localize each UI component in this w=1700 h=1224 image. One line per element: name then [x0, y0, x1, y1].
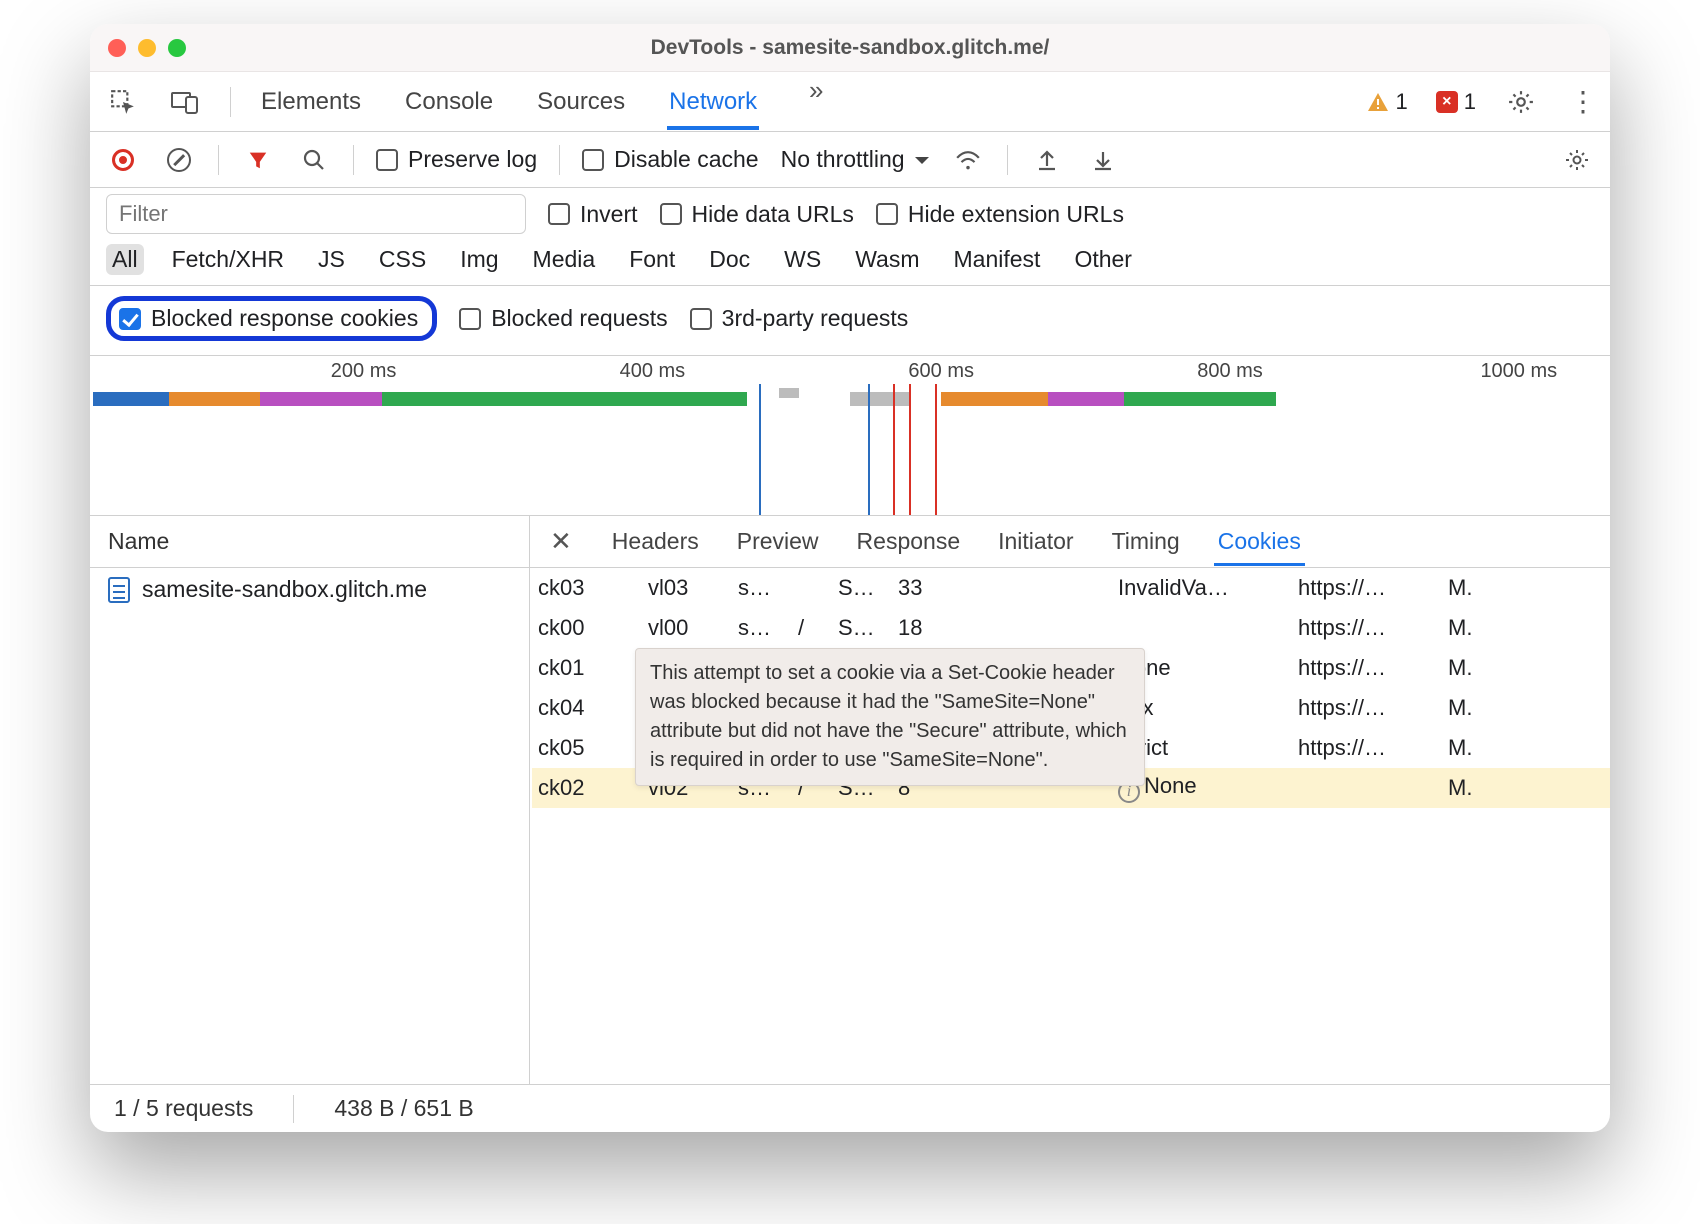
titlebar: DevTools - samesite-sandbox.glitch.me/: [90, 24, 1610, 72]
cookie-row[interactable]: ck03vl03s…S…33InvalidVa…https://…M.: [532, 568, 1610, 608]
status-requests: 1 / 5 requests: [114, 1095, 253, 1122]
resource-type-filter: All Fetch/XHR JS CSS Img Media Font Doc WS Wasm Ma…: [90, 240, 1610, 286]
blocked-cookie-tooltip: This attempt to set a cookie via a Set-C…: [635, 648, 1145, 786]
type-chip-doc[interactable]: Doc: [703, 244, 756, 275]
tab-network[interactable]: Network: [667, 74, 759, 130]
preserve-log-checkbox[interactable]: Preserve log: [376, 146, 537, 173]
checkbox-icon: [376, 149, 398, 171]
status-transfer: 438 B / 651 B: [334, 1095, 473, 1122]
main-tabs: Elements Console Sources Network »: [259, 74, 833, 130]
chevron-down-icon: [915, 157, 929, 171]
error-count: 1: [1464, 89, 1476, 115]
window-title: DevTools - samesite-sandbox.glitch.me/: [90, 36, 1610, 60]
type-chip-fetch-xhr[interactable]: Fetch/XHR: [166, 244, 290, 275]
network-conditions-icon[interactable]: [951, 143, 985, 177]
timeline-tick: 200 ms: [331, 360, 397, 383]
timeline-tick: 600 ms: [908, 360, 974, 383]
name-column-header[interactable]: Name: [90, 516, 529, 568]
detail-tabs: ✕ Headers Preview Response Initiator Tim…: [530, 516, 1610, 568]
type-chip-ws[interactable]: WS: [778, 244, 827, 275]
tab-sources[interactable]: Sources: [535, 74, 627, 130]
timeline-tick: 400 ms: [620, 360, 686, 383]
hide-data-urls-checkbox[interactable]: Hide data URLs: [660, 201, 854, 228]
filter-icon[interactable]: [241, 143, 275, 177]
checkbox-checked-icon: [119, 308, 141, 330]
filter-input[interactable]: [106, 194, 526, 234]
devtools-window: DevTools - samesite-sandbox.glitch.me/ E…: [90, 24, 1610, 1132]
record-button[interactable]: [106, 143, 140, 177]
tab-headers[interactable]: Headers: [608, 517, 703, 566]
error-icon: ×: [1436, 91, 1458, 113]
invert-checkbox[interactable]: Invert: [548, 201, 638, 228]
type-chip-media[interactable]: Media: [527, 244, 602, 275]
document-icon: [108, 577, 130, 603]
divider: [230, 87, 231, 117]
more-tabs-icon[interactable]: »: [799, 74, 833, 108]
request-list: Name samesite-sandbox.glitch.me: [90, 516, 530, 1084]
third-party-requests-checkbox[interactable]: 3rd-party requests: [690, 305, 909, 332]
network-toolbar: Preserve log Disable cache No throttling: [90, 132, 1610, 188]
timeline-tick: 1000 ms: [1480, 360, 1557, 383]
tab-cookies[interactable]: Cookies: [1214, 517, 1305, 566]
divider: [293, 1095, 294, 1123]
throttling-value: No throttling: [781, 146, 905, 173]
disable-cache-label: Disable cache: [614, 146, 758, 173]
tab-preview[interactable]: Preview: [733, 517, 823, 566]
close-detail-button[interactable]: ✕: [544, 526, 578, 557]
issues-error-badge[interactable]: × 1: [1436, 89, 1476, 115]
blocked-response-cookies-checkbox[interactable]: Blocked response cookies: [119, 305, 418, 332]
blocked-requests-checkbox[interactable]: Blocked requests: [459, 305, 667, 332]
upload-har-icon[interactable]: [1030, 143, 1064, 177]
type-chip-other[interactable]: Other: [1068, 244, 1138, 275]
tab-timing[interactable]: Timing: [1108, 517, 1184, 566]
tab-console[interactable]: Console: [403, 74, 495, 130]
cookies-grid[interactable]: This attempt to set a cookie via a Set-C…: [530, 568, 1610, 1084]
network-option-row: Blocked response cookies Blocked request…: [90, 286, 1610, 356]
inspect-element-icon[interactable]: [106, 85, 140, 119]
network-content: Name samesite-sandbox.glitch.me ✕ Header…: [90, 516, 1610, 1084]
divider: [559, 145, 560, 175]
type-chip-all[interactable]: All: [106, 244, 144, 275]
warning-icon: [1366, 90, 1390, 114]
type-chip-wasm[interactable]: Wasm: [849, 244, 925, 275]
tab-elements[interactable]: Elements: [259, 74, 363, 130]
highlighted-blocked-response-cookies: Blocked response cookies: [106, 296, 437, 341]
request-url: samesite-sandbox.glitch.me: [142, 576, 427, 603]
clear-button[interactable]: [162, 143, 196, 177]
network-settings-icon[interactable]: [1560, 143, 1594, 177]
search-icon[interactable]: [297, 143, 331, 177]
filter-row: Invert Hide data URLs Hide extension URL…: [90, 188, 1610, 240]
divider: [1007, 145, 1008, 175]
main-tab-bar: Elements Console Sources Network » 1 × 1…: [90, 72, 1610, 132]
cookie-row[interactable]: ck00vl00s…/S…18https://…M.: [532, 608, 1610, 648]
tab-response[interactable]: Response: [853, 517, 965, 566]
throttling-select[interactable]: No throttling: [781, 146, 929, 173]
timeline-overview[interactable]: 200 ms 400 ms 600 ms 800 ms 1000 ms: [90, 356, 1610, 516]
request-detail: ✕ Headers Preview Response Initiator Tim…: [530, 516, 1610, 1084]
hide-extension-urls-checkbox[interactable]: Hide extension URLs: [876, 201, 1124, 228]
kebab-menu-icon[interactable]: ⋮: [1566, 85, 1600, 119]
type-chip-manifest[interactable]: Manifest: [948, 244, 1047, 275]
type-chip-css[interactable]: CSS: [373, 244, 432, 275]
type-chip-font[interactable]: Font: [623, 244, 681, 275]
device-toolbar-icon[interactable]: [168, 85, 202, 119]
type-chip-js[interactable]: JS: [312, 244, 351, 275]
checkbox-icon: [582, 149, 604, 171]
divider: [353, 145, 354, 175]
warning-count: 1: [1396, 89, 1408, 115]
download-har-icon[interactable]: [1086, 143, 1120, 177]
preserve-log-label: Preserve log: [408, 146, 537, 173]
tab-initiator[interactable]: Initiator: [994, 517, 1077, 566]
status-bar: 1 / 5 requests 438 B / 651 B: [90, 1084, 1610, 1132]
type-chip-img[interactable]: Img: [454, 244, 504, 275]
disable-cache-checkbox[interactable]: Disable cache: [582, 146, 758, 173]
divider: [218, 145, 219, 175]
settings-icon[interactable]: [1504, 85, 1538, 119]
issues-warning-badge[interactable]: 1: [1366, 89, 1408, 115]
request-row[interactable]: samesite-sandbox.glitch.me: [90, 568, 529, 611]
timeline-tick: 800 ms: [1197, 360, 1263, 383]
